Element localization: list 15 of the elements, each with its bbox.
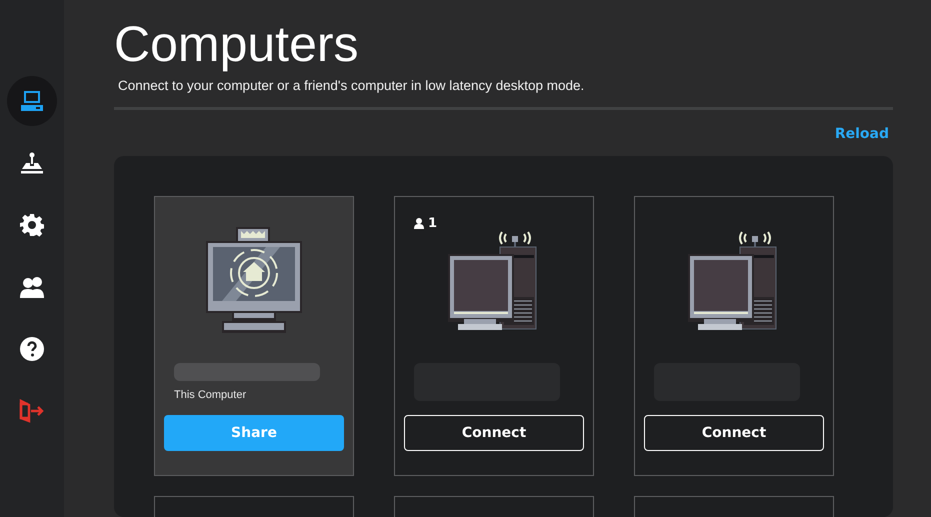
connect-button[interactable]: Connect <box>404 415 584 451</box>
logout-icon <box>19 399 45 423</box>
computer-icon <box>21 90 43 112</box>
settings-icon <box>20 213 44 237</box>
user-icon <box>414 218 424 229</box>
sidebar-item[interactable] <box>7 76 57 126</box>
user-count: 1 <box>414 216 438 231</box>
page-subtitle: Connect to your computer or a friend's computer in low latency desktop mode. <box>118 78 586 93</box>
reload-link[interactable]: Reload <box>834 126 889 142</box>
joystick-icon <box>20 152 44 174</box>
connect-button[interactable]: Connect <box>644 415 824 451</box>
page-title: Computers <box>114 15 360 74</box>
friends-icon <box>20 276 44 298</box>
help-icon <box>20 337 44 361</box>
computer-caption: This Computer <box>174 389 246 401</box>
